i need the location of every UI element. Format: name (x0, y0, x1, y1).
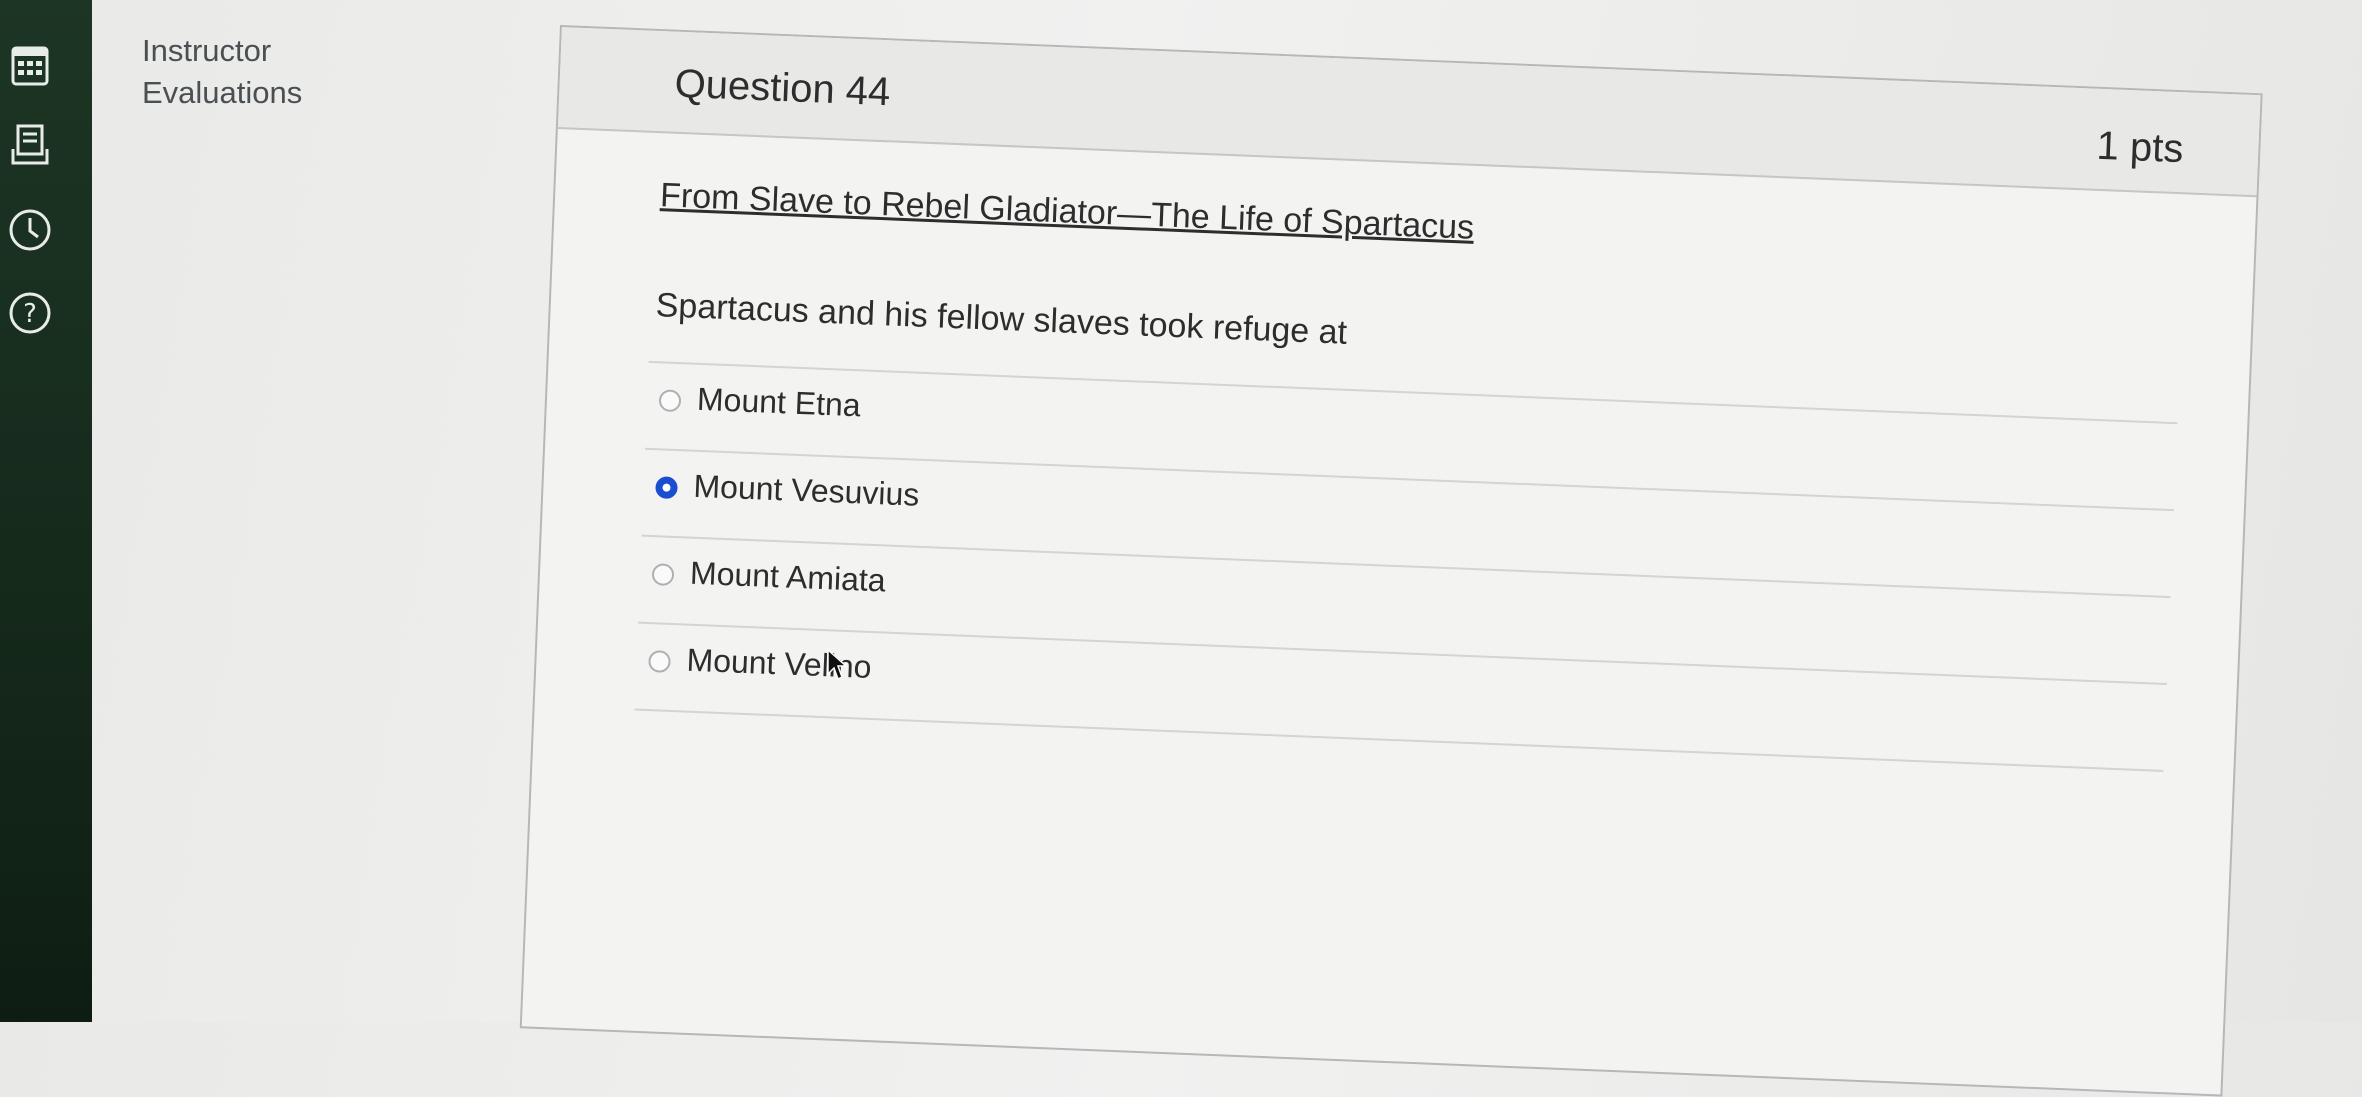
calendar-icon[interactable] (0, 35, 60, 95)
side-link-line-1: Instructor (142, 33, 272, 68)
radio-button-selected[interactable] (655, 476, 678, 500)
answer-label[interactable]: Mount Amiata (689, 555, 886, 600)
radio-button[interactable] (651, 563, 675, 587)
question-card: Question 44 1 pts From Slave to Rebel Gl… (519, 25, 2263, 1097)
passage-title: From Slave to Rebel Gladiator—The Life o… (659, 176, 1475, 247)
side-link-line-2: Evaluations (142, 75, 303, 110)
svg-text:?: ? (23, 299, 37, 329)
global-navigation: ? (0, 0, 92, 1022)
help-icon[interactable]: ? (0, 283, 60, 343)
answer-list: Mount Etna Mount Vesuvius Mount Amiata M… (634, 360, 2178, 772)
instructor-evaluations-link[interactable]: Instructor Evaluations (142, 30, 302, 114)
answer-label[interactable]: Mount Etna (696, 381, 861, 425)
radio-button[interactable] (648, 650, 671, 673)
mouse-pointer-icon (826, 648, 848, 687)
question-title: Question 44 (673, 61, 892, 115)
inbox-icon[interactable] (0, 115, 60, 175)
answer-label[interactable]: Mount Vesuvius (693, 468, 920, 514)
question-header: Question 44 1 pts (557, 27, 2261, 198)
question-prompt: Spartacus and his fellow slaves took ref… (655, 286, 1348, 352)
question-points: 1 pts (2095, 123, 2185, 172)
history-icon[interactable] (0, 200, 60, 260)
radio-button[interactable] (658, 389, 682, 413)
